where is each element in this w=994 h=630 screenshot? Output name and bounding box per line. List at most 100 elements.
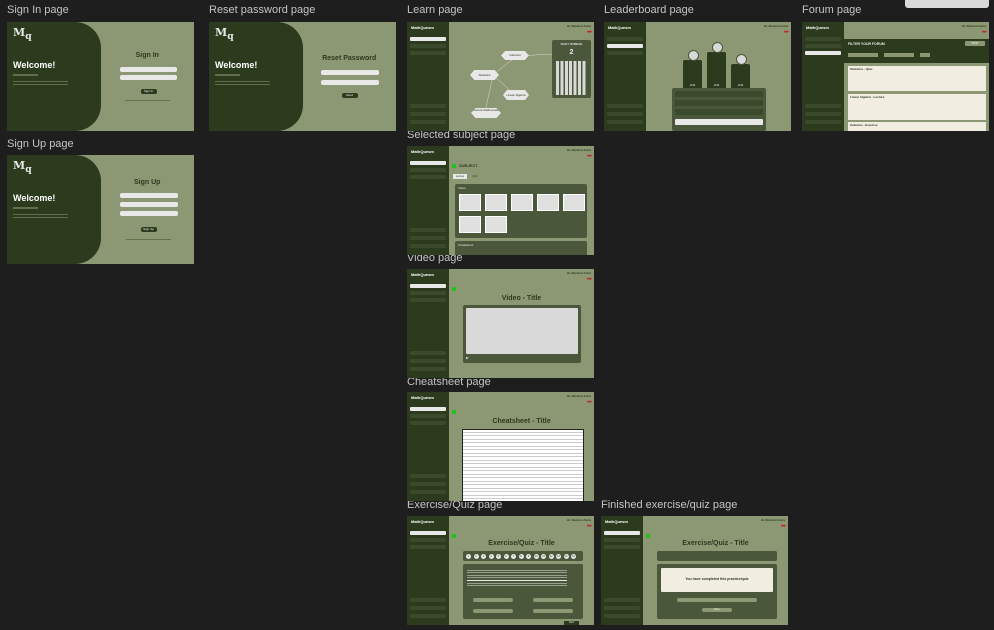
sidebar-item-logout[interactable]: [410, 120, 446, 124]
subject-node-statistics[interactable]: Statistics: [470, 70, 499, 80]
answer-option[interactable]: [533, 609, 573, 613]
sidebar-item-settings[interactable]: [410, 359, 446, 363]
sidebar-item-forum[interactable]: [410, 298, 446, 302]
sidebar-item-profile[interactable]: [805, 104, 841, 108]
question-number[interactable]: 8: [518, 553, 524, 559]
forum-post-card[interactable]: Calculus - Exercise: [848, 122, 986, 131]
subject-node-linear-algebra[interactable]: Linear Algebra: [503, 90, 529, 100]
video-player[interactable]: [463, 305, 581, 363]
sidebar-item-profile[interactable]: [410, 104, 446, 108]
sign-in-link[interactable]: [125, 239, 171, 240]
question-number[interactable]: 12: [548, 553, 554, 559]
sidebar-item-learn[interactable]: [607, 37, 643, 41]
username-field[interactable]: [119, 193, 178, 198]
sidebar-item-leaderboard[interactable]: [410, 44, 446, 48]
video-thumbnail[interactable]: [485, 216, 507, 233]
sidebar-item-leaderboard[interactable]: [410, 414, 446, 418]
sidebar-item-profile[interactable]: [607, 104, 643, 108]
sign-in-button[interactable]: Sign In: [140, 89, 157, 94]
subject-node-calculus[interactable]: Calculus: [501, 51, 529, 60]
back-icon[interactable]: [646, 534, 650, 538]
new-password-field[interactable]: [320, 80, 379, 85]
sidebar-item-settings[interactable]: [410, 112, 446, 116]
sidebar-item-learn[interactable]: [410, 161, 446, 165]
tab-lecture[interactable]: Lecture: [453, 174, 467, 179]
question-number[interactable]: 7: [511, 553, 516, 559]
sidebar-item-forum[interactable]: [410, 175, 446, 179]
question-number[interactable]: 2: [473, 553, 479, 559]
back-icon[interactable]: [452, 410, 456, 414]
sidebar-item-settings[interactable]: [410, 236, 446, 240]
forum-post-card[interactable]: Statistics - Quiz: [848, 66, 986, 91]
post-button[interactable]: POST: [965, 41, 985, 46]
sign-up-button[interactable]: Sign Up: [140, 227, 157, 232]
sidebar-item-leaderboard[interactable]: [604, 538, 640, 542]
answer-option[interactable]: [473, 598, 513, 602]
sidebar-item-logout[interactable]: [410, 614, 446, 618]
question-number[interactable]: 3: [481, 553, 486, 559]
question-number[interactable]: 1: [466, 553, 471, 559]
video-thumbnail[interactable]: [563, 194, 585, 211]
sidebar-item-leaderboard[interactable]: [410, 538, 446, 542]
sidebar-item-learn[interactable]: [805, 37, 841, 41]
send-button[interactable]: Send: [341, 93, 358, 98]
answer-option[interactable]: [533, 598, 573, 602]
video-thumbnail[interactable]: [459, 194, 481, 211]
sidebar-item-settings[interactable]: [410, 606, 446, 610]
sidebar-item-forum[interactable]: [410, 421, 446, 425]
play-icon[interactable]: [466, 357, 469, 359]
back-button[interactable]: Back: [702, 608, 732, 612]
subject-node-discrete[interactable]: Discrete Mathematics: [471, 108, 501, 118]
sidebar-item-learn[interactable]: [410, 37, 446, 41]
confirm-password-field[interactable]: [119, 211, 178, 216]
sidebar-item-learn[interactable]: [410, 284, 446, 288]
sidebar-item-profile[interactable]: [410, 598, 446, 602]
back-icon[interactable]: [452, 534, 456, 538]
password-field[interactable]: [119, 75, 177, 80]
video-thumbnail[interactable]: [485, 194, 507, 211]
sidebar-item-forum[interactable]: [607, 51, 643, 55]
answer-option[interactable]: [473, 609, 513, 613]
sidebar-item-forum[interactable]: [410, 51, 446, 55]
sidebar-item-logout[interactable]: [410, 367, 446, 371]
sidebar-item-logout[interactable]: [410, 244, 446, 248]
question-number[interactable]: 11: [541, 553, 546, 559]
sidebar-item-profile[interactable]: [410, 474, 446, 478]
question-number[interactable]: 15: [571, 553, 576, 559]
back-icon[interactable]: [452, 164, 456, 168]
subject-select[interactable]: [848, 53, 878, 57]
review-button[interactable]: [677, 598, 757, 602]
sidebar-item-profile[interactable]: [604, 598, 640, 602]
question-number[interactable]: 4: [488, 553, 494, 559]
video-thumbnail[interactable]: [459, 216, 481, 233]
sidebar-item-profile[interactable]: [410, 351, 446, 355]
sidebar-item-settings[interactable]: [410, 482, 446, 486]
sidebar-item-learn[interactable]: [604, 531, 640, 535]
sidebar-item-logout[interactable]: [410, 490, 446, 494]
sidebar-item-learn[interactable]: [410, 407, 446, 411]
video-thumbnail[interactable]: [511, 194, 533, 211]
sidebar-item-forum[interactable]: [604, 545, 640, 549]
sidebar-item-logout[interactable]: [805, 120, 841, 124]
type-select[interactable]: [884, 53, 914, 57]
sidebar-item-learn[interactable]: [410, 531, 446, 535]
question-number[interactable]: 10: [533, 553, 539, 559]
username-field[interactable]: [119, 67, 177, 72]
question-number[interactable]: 6: [503, 553, 509, 559]
sidebar-item-logout[interactable]: [604, 614, 640, 618]
sidebar-item-settings[interactable]: [607, 112, 643, 116]
sidebar-item-forum[interactable]: [410, 545, 446, 549]
sidebar-item-settings[interactable]: [604, 606, 640, 610]
filter-button[interactable]: [920, 53, 930, 57]
back-icon[interactable]: [452, 287, 456, 291]
forum-post-card[interactable]: Linear Algebra - Lecture: [848, 94, 986, 120]
next-button[interactable]: Next: [564, 621, 579, 625]
sidebar-item-forum[interactable]: [805, 51, 841, 55]
question-number[interactable]: 14: [563, 553, 569, 559]
video-thumbnail[interactable]: [537, 194, 559, 211]
question-number[interactable]: 5: [496, 553, 501, 559]
sidebar-item-leaderboard[interactable]: [410, 291, 446, 295]
sidebar-item-logout[interactable]: [607, 120, 643, 124]
sidebar-item-leaderboard[interactable]: [410, 168, 446, 172]
question-number[interactable]: 9: [526, 553, 531, 559]
